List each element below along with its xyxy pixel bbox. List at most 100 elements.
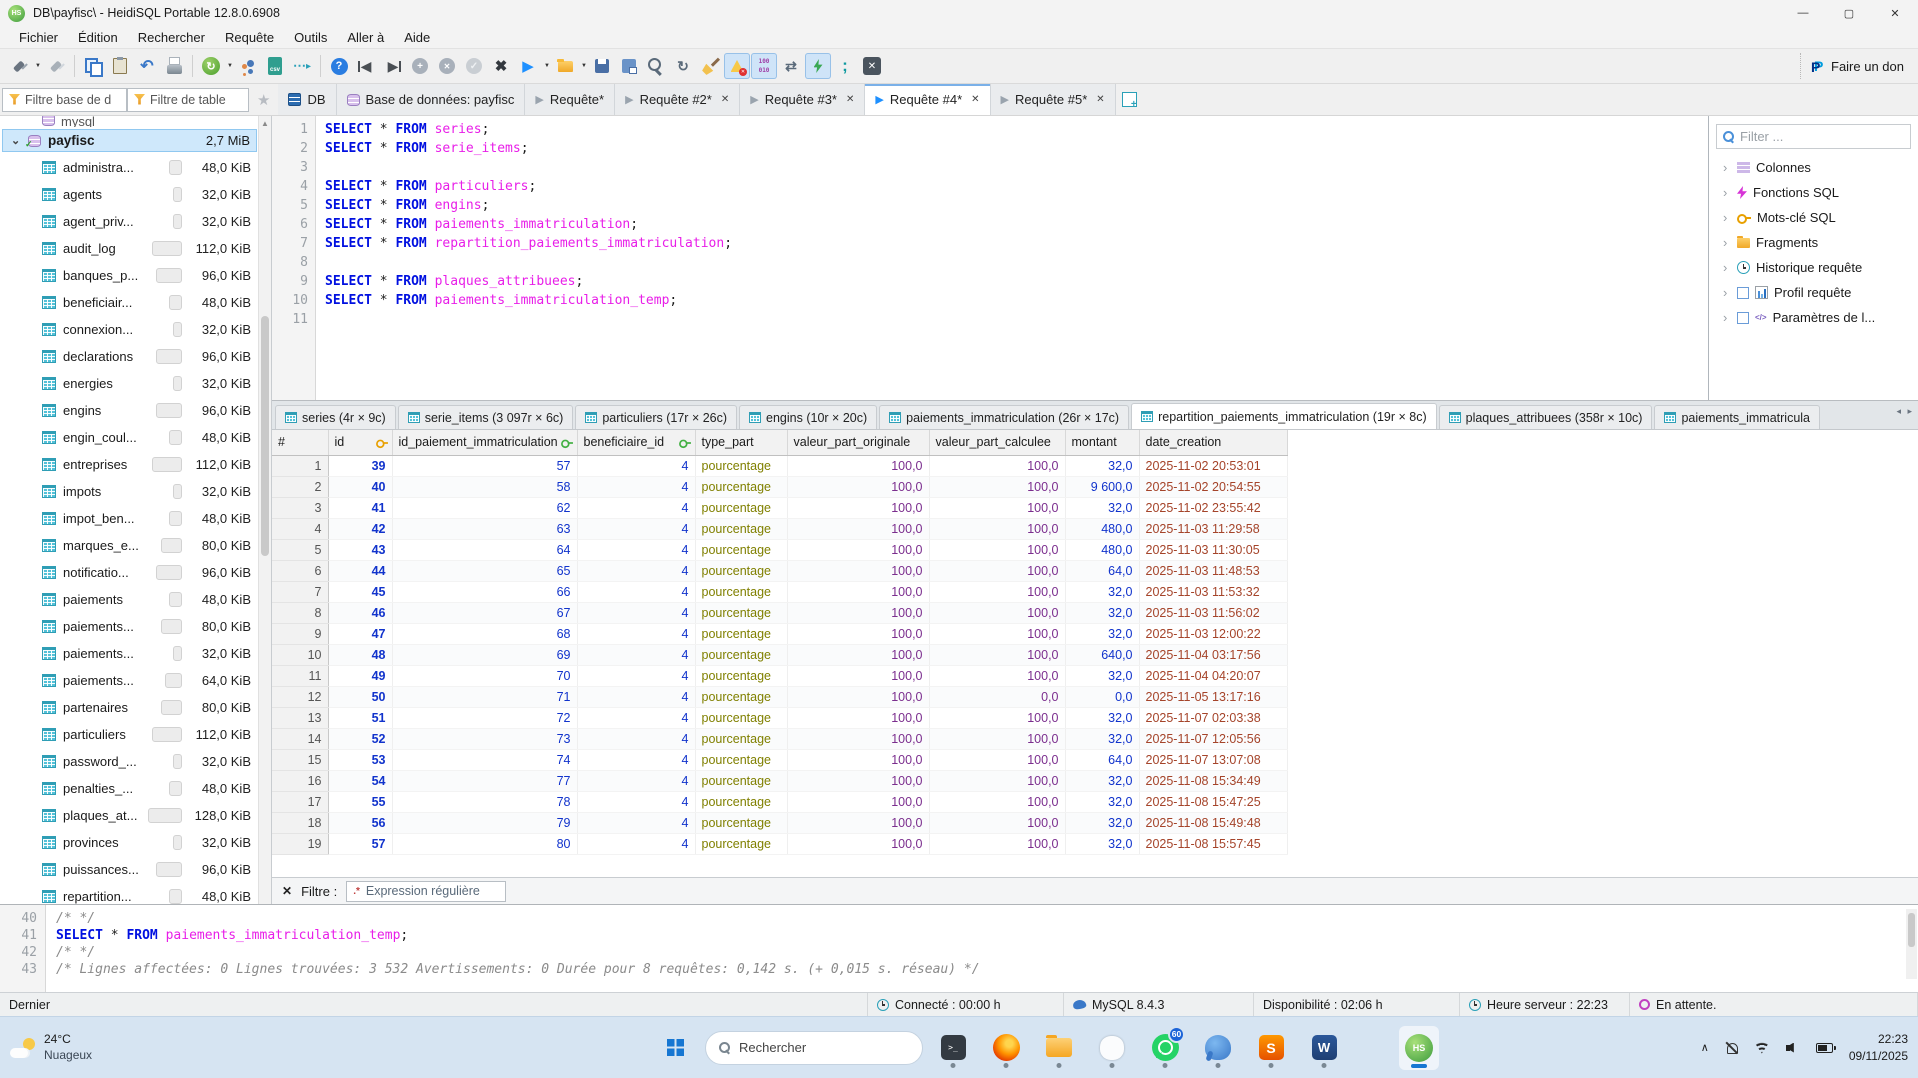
chevron-right-icon[interactable]: ›	[1723, 310, 1731, 325]
grid-cell[interactable]: 18	[272, 812, 328, 833]
grid-cell[interactable]: 80	[392, 833, 577, 854]
grid-cell[interactable]: 17	[272, 791, 328, 812]
taskbar-app-postgres[interactable]	[1198, 1026, 1238, 1070]
query-tab-db[interactable]: DB	[278, 84, 336, 115]
grid-cell[interactable]: 2025-11-03 11:56:02	[1139, 602, 1287, 623]
grid-cell[interactable]: 100,0	[929, 581, 1065, 602]
close-tab-icon[interactable]: ✕	[721, 94, 729, 105]
grid-cell[interactable]: 77	[392, 770, 577, 791]
go-last-icon[interactable]	[380, 53, 406, 79]
column-header-beneficiaire-id[interactable]: beneficiaire_id	[577, 430, 695, 455]
code-line[interactable]: SELECT * FROM repartition_paiements_imma…	[325, 234, 1708, 253]
grid-cell[interactable]: 45	[328, 581, 392, 602]
paste-icon[interactable]	[107, 53, 133, 79]
tree-item-table-particuliers[interactable]: particuliers112,0 KiB	[0, 721, 271, 748]
tree-item-table-password[interactable]: password_...32,0 KiB	[0, 748, 271, 775]
helper-item-colonnes[interactable]: ›Colonnes	[1709, 155, 1918, 180]
grid-cell[interactable]: 32,0	[1065, 623, 1139, 644]
print-icon[interactable]	[161, 53, 187, 79]
grid-cell[interactable]: 100,0	[787, 665, 929, 686]
taskbar-search[interactable]: Rechercher	[705, 1031, 923, 1065]
checkbox[interactable]	[1737, 287, 1749, 299]
add-row-icon[interactable]	[407, 53, 433, 79]
grid-cell[interactable]: 4	[577, 623, 695, 644]
grid-cell[interactable]: 32,0	[1065, 497, 1139, 518]
menu-item-rechercher[interactable]: Rechercher	[129, 28, 214, 47]
grid-cell[interactable]: 100,0	[929, 497, 1065, 518]
save-as-icon[interactable]	[616, 53, 642, 79]
donate-button[interactable]: Faire un don	[1800, 53, 1904, 79]
column-header-[interactable]: #	[272, 430, 328, 455]
grid-cell[interactable]: 2025-11-03 12:00:22	[1139, 623, 1287, 644]
grid-cell[interactable]: 100,0	[787, 497, 929, 518]
grid-cell[interactable]: pourcentage	[695, 833, 787, 854]
grid-cell[interactable]: pourcentage	[695, 749, 787, 770]
grid-cell[interactable]: 2025-11-05 13:17:16	[1139, 686, 1287, 707]
grid-cell[interactable]: 100,0	[929, 518, 1065, 539]
column-header-montant[interactable]: montant	[1065, 430, 1139, 455]
grid-cell[interactable]: 100,0	[929, 602, 1065, 623]
chevron-right-icon[interactable]: ›	[1723, 160, 1731, 175]
grid-cell[interactable]: 32,0	[1065, 770, 1139, 791]
refresh-icon[interactable]	[198, 53, 224, 79]
grid-cell[interactable]: 15	[272, 749, 328, 770]
post-edit-icon[interactable]	[461, 53, 487, 79]
code-line[interactable]: SELECT * FROM paiements_immatriculation_…	[325, 291, 1708, 310]
grid-cell[interactable]: 640,0	[1065, 644, 1139, 665]
dropdown-arrow-icon[interactable]: ▼	[226, 63, 234, 69]
grid-cell[interactable]: 32,0	[1065, 455, 1139, 476]
result-tab-repartition-paiements-immatriculation-19r-8c[interactable]: repartition_paiements_immatriculation (1…	[1131, 403, 1437, 429]
code-line[interactable]	[325, 310, 1708, 329]
grid-cell[interactable]: 78	[392, 791, 577, 812]
chevron-right-icon[interactable]: ›	[1723, 185, 1731, 200]
grid-cell[interactable]: 4	[577, 497, 695, 518]
taskbar-app-word[interactable]: W	[1304, 1026, 1344, 1070]
grid-cell[interactable]: 100,0	[929, 455, 1065, 476]
code-line[interactable]: /* */	[56, 944, 1918, 961]
grid-cell[interactable]: 100,0	[929, 560, 1065, 581]
grid-cell[interactable]: pourcentage	[695, 623, 787, 644]
delete-row-icon[interactable]	[434, 53, 460, 79]
grid-cell[interactable]: 100,0	[787, 833, 929, 854]
sql-editor[interactable]: 1234567891011 SELECT * FROM series;SELEC…	[272, 116, 1708, 400]
grid-cell[interactable]: 4	[577, 812, 695, 833]
tree-item-table-administra[interactable]: administra...48,0 KiB	[0, 154, 271, 181]
query-tab-requ-te-2[interactable]: ▶Requête #2*✕	[615, 84, 740, 115]
grid-cell[interactable]: 2025-11-04 03:17:56	[1139, 644, 1287, 665]
grid-cell[interactable]: 32,0	[1065, 707, 1139, 728]
chevron-right-icon[interactable]: ›	[1723, 260, 1731, 275]
database-filter-input[interactable]: Filtre base de d	[2, 88, 127, 112]
grid-cell[interactable]: 65	[392, 560, 577, 581]
menu-item-aide[interactable]: Aide	[395, 28, 439, 47]
grid-cell[interactable]: 100,0	[929, 812, 1065, 833]
grid-cell[interactable]: 19	[272, 833, 328, 854]
grid-cell[interactable]: 2025-11-03 11:29:58	[1139, 518, 1287, 539]
column-header-valeur-part-originale[interactable]: valeur_part_originale	[787, 430, 929, 455]
tree-item-table-marques-e[interactable]: marques_e...80,0 KiB	[0, 532, 271, 559]
grid-cell[interactable]: 100,0	[929, 665, 1065, 686]
tree-item-table-declarations[interactable]: declarations96,0 KiB	[0, 343, 271, 370]
taskbar-app-whiteapp[interactable]	[1092, 1026, 1132, 1070]
helper-filter-input[interactable]: Filter ...	[1716, 124, 1911, 149]
binary-view-icon[interactable]	[751, 53, 777, 79]
grid-cell[interactable]: pourcentage	[695, 539, 787, 560]
run-query-icon[interactable]	[515, 53, 541, 79]
bind-params-icon[interactable]	[805, 53, 831, 79]
grid-cell[interactable]: 0,0	[1065, 686, 1139, 707]
code-line[interactable]	[325, 253, 1708, 272]
chevron-right-icon[interactable]: ›	[1723, 210, 1731, 225]
reformat-icon[interactable]	[670, 53, 696, 79]
code-line[interactable]: /* Lignes affectées: 0 Lignes trouvées: …	[56, 961, 1918, 978]
grid-cell[interactable]: 100,0	[929, 707, 1065, 728]
grid-cell[interactable]: pourcentage	[695, 644, 787, 665]
code-line[interactable]: SELECT * FROM paiements_immatriculation;	[325, 215, 1708, 234]
grid-cell[interactable]: 79	[392, 812, 577, 833]
dropdown-arrow-icon[interactable]: ▼	[34, 63, 42, 69]
grid-cell[interactable]: 0,0	[929, 686, 1065, 707]
tree-item-table-paiements[interactable]: paiements...64,0 KiB	[0, 667, 271, 694]
grid-cell[interactable]: 74	[392, 749, 577, 770]
grid-cell[interactable]: 100,0	[787, 560, 929, 581]
grid-cell[interactable]: 100,0	[929, 833, 1065, 854]
plug-connect-icon[interactable]	[6, 53, 32, 79]
chevron-down-icon[interactable]: ⌄	[11, 134, 21, 147]
